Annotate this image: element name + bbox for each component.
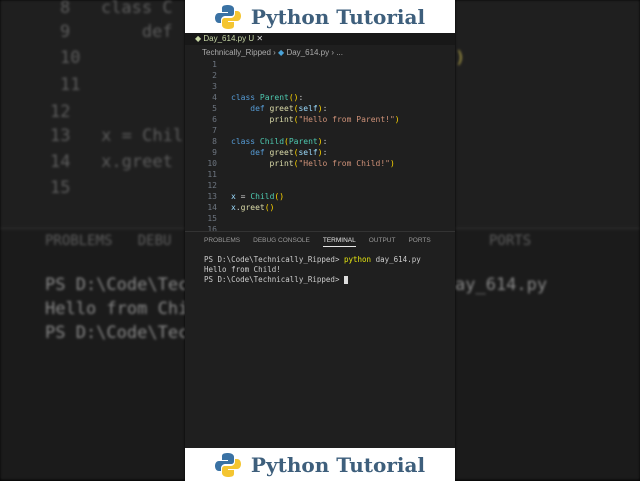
terminal-arg: day_614.py — [375, 255, 421, 264]
line-number: 6 — [212, 115, 217, 124]
line-number: 1 — [212, 60, 217, 69]
line-number: 5 — [212, 104, 217, 113]
line-number: 2 — [212, 71, 217, 80]
code-line: 4 class Parent(): — [185, 92, 455, 103]
code-line: 1 — [185, 59, 455, 70]
bottom-banner: Python Tutorial — [185, 448, 455, 481]
python-logo-icon — [214, 452, 241, 477]
top-banner: Python Tutorial — [185, 0, 455, 33]
code-line: 14 x.greet() — [185, 202, 455, 213]
tab-status: U — [248, 34, 255, 43]
code-line: 11 — [185, 169, 455, 180]
python-logo-icon — [214, 4, 241, 29]
line-number: 15 — [207, 214, 217, 223]
banner-title: Python Tutorial — [250, 452, 426, 477]
line-number: 3 — [212, 82, 217, 91]
line-number: 12 — [207, 181, 217, 190]
code-line: 8 class Child(Parent): — [185, 136, 455, 147]
terminal-output: Hello from Child! — [204, 265, 281, 274]
code-line: 6 print("Hello from Parent!") — [185, 114, 455, 125]
code-line: 15 — [185, 213, 455, 224]
tab-output[interactable]: OUTPUT — [369, 237, 396, 247]
banner-title: Python Tutorial — [250, 4, 426, 29]
tab-debug-console[interactable]: DEBUG CONSOLE — [253, 237, 310, 247]
breadcrumb: Technically_Ripped › ◆ Day_614.py › ... — [202, 48, 343, 57]
editor-window: Python Tutorial ◆ Day_614.py U ✕ Technic… — [185, 0, 455, 481]
line-number: 10 — [207, 159, 217, 168]
panel-tabs: PROBLEMS DEBUG CONSOLE TERMINAL OUTPUT PORTS — [185, 232, 455, 247]
blurred-background-right: ) PORTS ay_614.py — [455, 0, 640, 480]
code-line: 10 print("Hello from Child!") — [185, 158, 455, 169]
terminal[interactable]: PS D:\Code\Technically_Ripped> python da… — [204, 255, 421, 285]
code-line: 12 — [185, 180, 455, 191]
line-number: 4 — [212, 93, 217, 102]
code-line: 13 x = Child() — [185, 191, 455, 202]
line-number: 8 — [212, 137, 217, 146]
code-line: 5 def greet(self): — [185, 103, 455, 114]
code-line: 7 — [185, 125, 455, 136]
tab-filename: Day_614.py — [203, 34, 247, 43]
tab-terminal[interactable]: TERMINAL — [322, 237, 356, 247]
code-line: 9 def greet(self): — [185, 147, 455, 158]
code-line: 3 — [185, 81, 455, 92]
tab-ports[interactable]: PORTS — [408, 237, 430, 247]
line-number: 13 — [207, 192, 217, 201]
terminal-cursor — [343, 276, 348, 284]
line-number: 9 — [212, 148, 217, 157]
close-icon[interactable]: ✕ — [256, 34, 263, 43]
tab-problems[interactable]: PROBLEMS — [204, 237, 240, 247]
line-number: 7 — [212, 126, 217, 135]
terminal-prompt: PS D:\Code\Technically_Ripped> — [204, 275, 340, 284]
code-editor[interactable]: 1 2 3 4 class Parent(): 5 def greet(self): 6 p… — [185, 59, 455, 235]
line-number: 14 — [207, 203, 217, 212]
terminal-prompt: PS D:\Code\Technically_Ripped> — [204, 255, 340, 264]
breadcrumb-more[interactable]: ... — [336, 48, 343, 57]
line-number: 11 — [207, 170, 217, 179]
terminal-command: python — [343, 255, 372, 264]
bottom-panel: PROBLEMS DEBUG CONSOLE TERMINAL OUTPUT PORTS… — [185, 231, 455, 448]
breadcrumb-folder[interactable]: Technically_Ripped — [202, 48, 271, 57]
breadcrumb-file[interactable]: Day_614.py — [286, 48, 329, 57]
code-line: 2 — [185, 70, 455, 81]
blurred-background-left: 8 class C 9 def 10 11 12 13 x = Chil 14 … — [0, 0, 185, 480]
editor-tab[interactable]: ◆ Day_614.py U ✕ — [185, 33, 455, 45]
